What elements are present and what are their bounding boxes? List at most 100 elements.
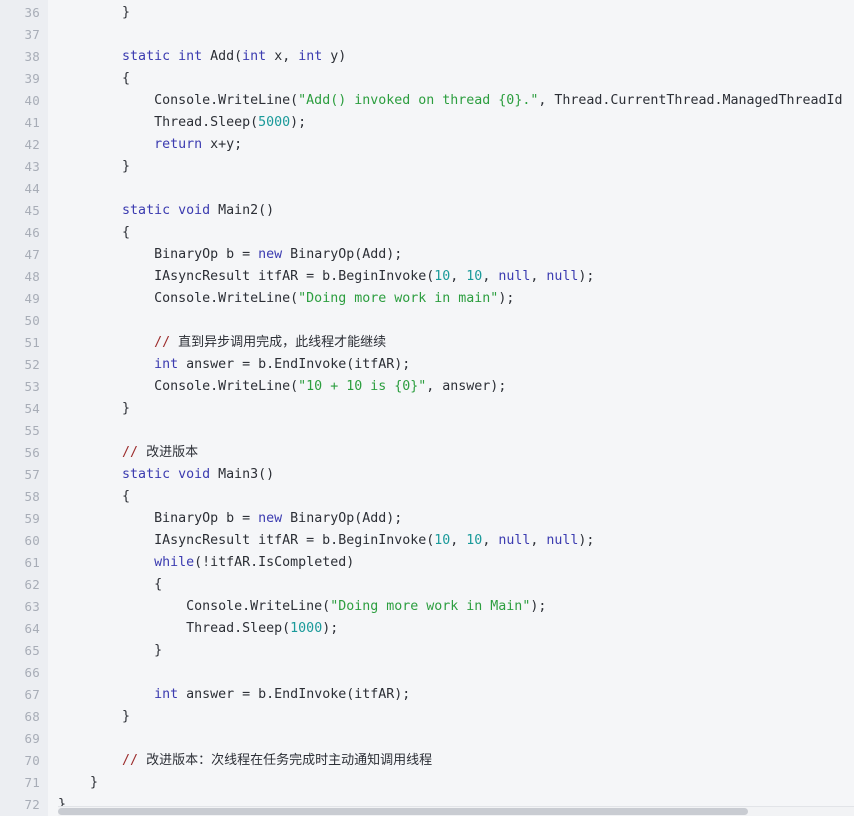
code-token-plain: , Thread.CurrentThread.ManagedThreadId [538, 93, 843, 108]
code-line[interactable]: { [48, 486, 854, 508]
code-token-plain: , answer); [426, 379, 507, 394]
code-line[interactable]: { [48, 574, 854, 596]
code-token-kw: new [258, 511, 283, 526]
line-number: 72 [24, 797, 40, 812]
code-token-str: "Add() invoked on thread {0}." [298, 93, 539, 108]
code-token-plain: BinaryOp b = [58, 511, 259, 526]
code-token-kw: static [122, 467, 171, 482]
code-line[interactable]: } [48, 640, 854, 662]
code-token-plain: , [482, 533, 499, 548]
code-line[interactable]: BinaryOp b = new BinaryOp(Add); [48, 244, 854, 266]
code-line[interactable]: static void Main2() [48, 200, 854, 222]
code-line[interactable] [48, 178, 854, 200]
code-line[interactable]: // 直到异步调用完成，此线程才能继续 [48, 332, 854, 354]
code-token-plain: Thread.Sleep( [58, 115, 259, 130]
line-number: 40 [24, 93, 40, 108]
line-number: 41 [24, 115, 40, 130]
code-line[interactable]: } [48, 156, 854, 178]
code-token-plain: ); [530, 599, 547, 614]
code-token-plain: , [482, 269, 499, 284]
code-token-num: 10 [466, 269, 483, 284]
code-line[interactable] [48, 728, 854, 750]
code-token-plain: Console.WriteLine( [58, 291, 299, 306]
code-token-kw: int [242, 49, 267, 64]
line-number: 51 [24, 335, 40, 350]
horizontal-scrollbar-thumb[interactable] [58, 808, 748, 815]
code-line[interactable]: Console.WriteLine("10 + 10 is {0}", answ… [48, 376, 854, 398]
code-line[interactable]: BinaryOp b = new BinaryOp(Add); [48, 508, 854, 530]
horizontal-scrollbar-track[interactable] [58, 806, 854, 816]
code-token-plain: Console.WriteLine( [58, 599, 331, 614]
code-line[interactable] [48, 420, 854, 442]
code-line[interactable]: IAsyncResult itfAR = b.BeginInvoke(10, 1… [48, 530, 854, 552]
code-line[interactable]: { [48, 222, 854, 244]
code-line[interactable]: { [48, 68, 854, 90]
code-line[interactable]: IAsyncResult itfAR = b.BeginInvoke(10, 1… [48, 266, 854, 288]
code-token-plain: ); [290, 115, 307, 130]
line-number: 61 [24, 555, 40, 570]
code-line[interactable]: } [48, 772, 854, 794]
line-number: 59 [24, 511, 40, 526]
code-token-plain: ); [498, 291, 515, 306]
code-token-plain: y) [322, 49, 347, 64]
code-line[interactable]: int answer = b.EndInvoke(itfAR); [48, 354, 854, 376]
code-line[interactable]: static int Add(int x, int y) [48, 46, 854, 68]
code-line[interactable]: static void Main3() [48, 464, 854, 486]
line-number: 55 [24, 423, 40, 438]
code-token-plain: , [450, 533, 467, 548]
code-token-kw: static [122, 49, 171, 64]
code-line[interactable]: int answer = b.EndInvoke(itfAR); [48, 684, 854, 706]
line-number: 50 [24, 313, 40, 328]
code-token-str: "Doing more work in main" [298, 291, 499, 306]
code-line[interactable] [48, 24, 854, 46]
code-line[interactable]: Thread.Sleep(1000); [48, 618, 854, 640]
code-line[interactable]: } [48, 398, 854, 420]
code-line[interactable]: Console.WriteLine("Doing more work in Ma… [48, 596, 854, 618]
code-line[interactable] [48, 662, 854, 684]
code-token-str: "Doing more work in Main" [330, 599, 531, 614]
code-line[interactable]: // 改进版本：次线程在任务完成时主动通知调用线程 [48, 750, 854, 772]
code-line[interactable]: Console.WriteLine("Doing more work in ma… [48, 288, 854, 310]
code-token-plain: IAsyncResult itfAR = b.BeginInvoke( [58, 533, 435, 548]
code-token-plain: Console.WriteLine( [58, 93, 299, 108]
code-token-plain: , [530, 269, 547, 284]
code-line[interactable]: } [48, 706, 854, 728]
code-token-plain: answer = b.EndInvoke(itfAR); [178, 687, 411, 702]
code-token-kw: void [178, 467, 211, 482]
code-line[interactable]: while(!itfAR.IsCompleted) [48, 552, 854, 574]
code-token-num: 10 [434, 269, 451, 284]
code-token-plain: { [58, 577, 163, 592]
code-token-plain: } [58, 709, 131, 724]
code-token-num: 10 [466, 533, 483, 548]
code-line[interactable]: Thread.Sleep(5000); [48, 112, 854, 134]
code-token-plain: } [58, 5, 131, 20]
line-number: 45 [24, 203, 40, 218]
line-number: 58 [24, 489, 40, 504]
code-content-area[interactable]: } static int Add(int x, int y) { Console… [48, 0, 854, 816]
code-token-plain: Thread.Sleep( [58, 621, 291, 636]
line-number: 64 [24, 621, 40, 636]
code-token-num: 5000 [258, 115, 291, 130]
line-number: 56 [24, 445, 40, 460]
line-number: 63 [24, 599, 40, 614]
code-token-plain: ); [578, 533, 595, 548]
code-token-plain: , [450, 269, 467, 284]
code-token-plain: Main2() [210, 203, 275, 218]
code-token-kw: return [154, 137, 203, 152]
line-number: 53 [24, 379, 40, 394]
line-number: 68 [24, 709, 40, 724]
code-token-plain: { [58, 489, 131, 504]
code-token-plain: { [58, 225, 131, 240]
code-line[interactable]: return x+y; [48, 134, 854, 156]
code-line[interactable]: // 改进版本 [48, 442, 854, 464]
line-number: 42 [24, 137, 40, 152]
code-token-str: "10 + 10 is {0}" [298, 379, 427, 394]
line-number: 60 [24, 533, 40, 548]
code-editor[interactable]: 36 37 38 39 40 41 42 43 44 45 46 47 48 49 50 51 52 53 54 55… [0, 0, 854, 816]
code-line[interactable]: } [48, 2, 854, 24]
code-line[interactable]: Console.WriteLine("Add() invoked on thre… [48, 90, 854, 112]
code-line[interactable] [48, 310, 854, 332]
